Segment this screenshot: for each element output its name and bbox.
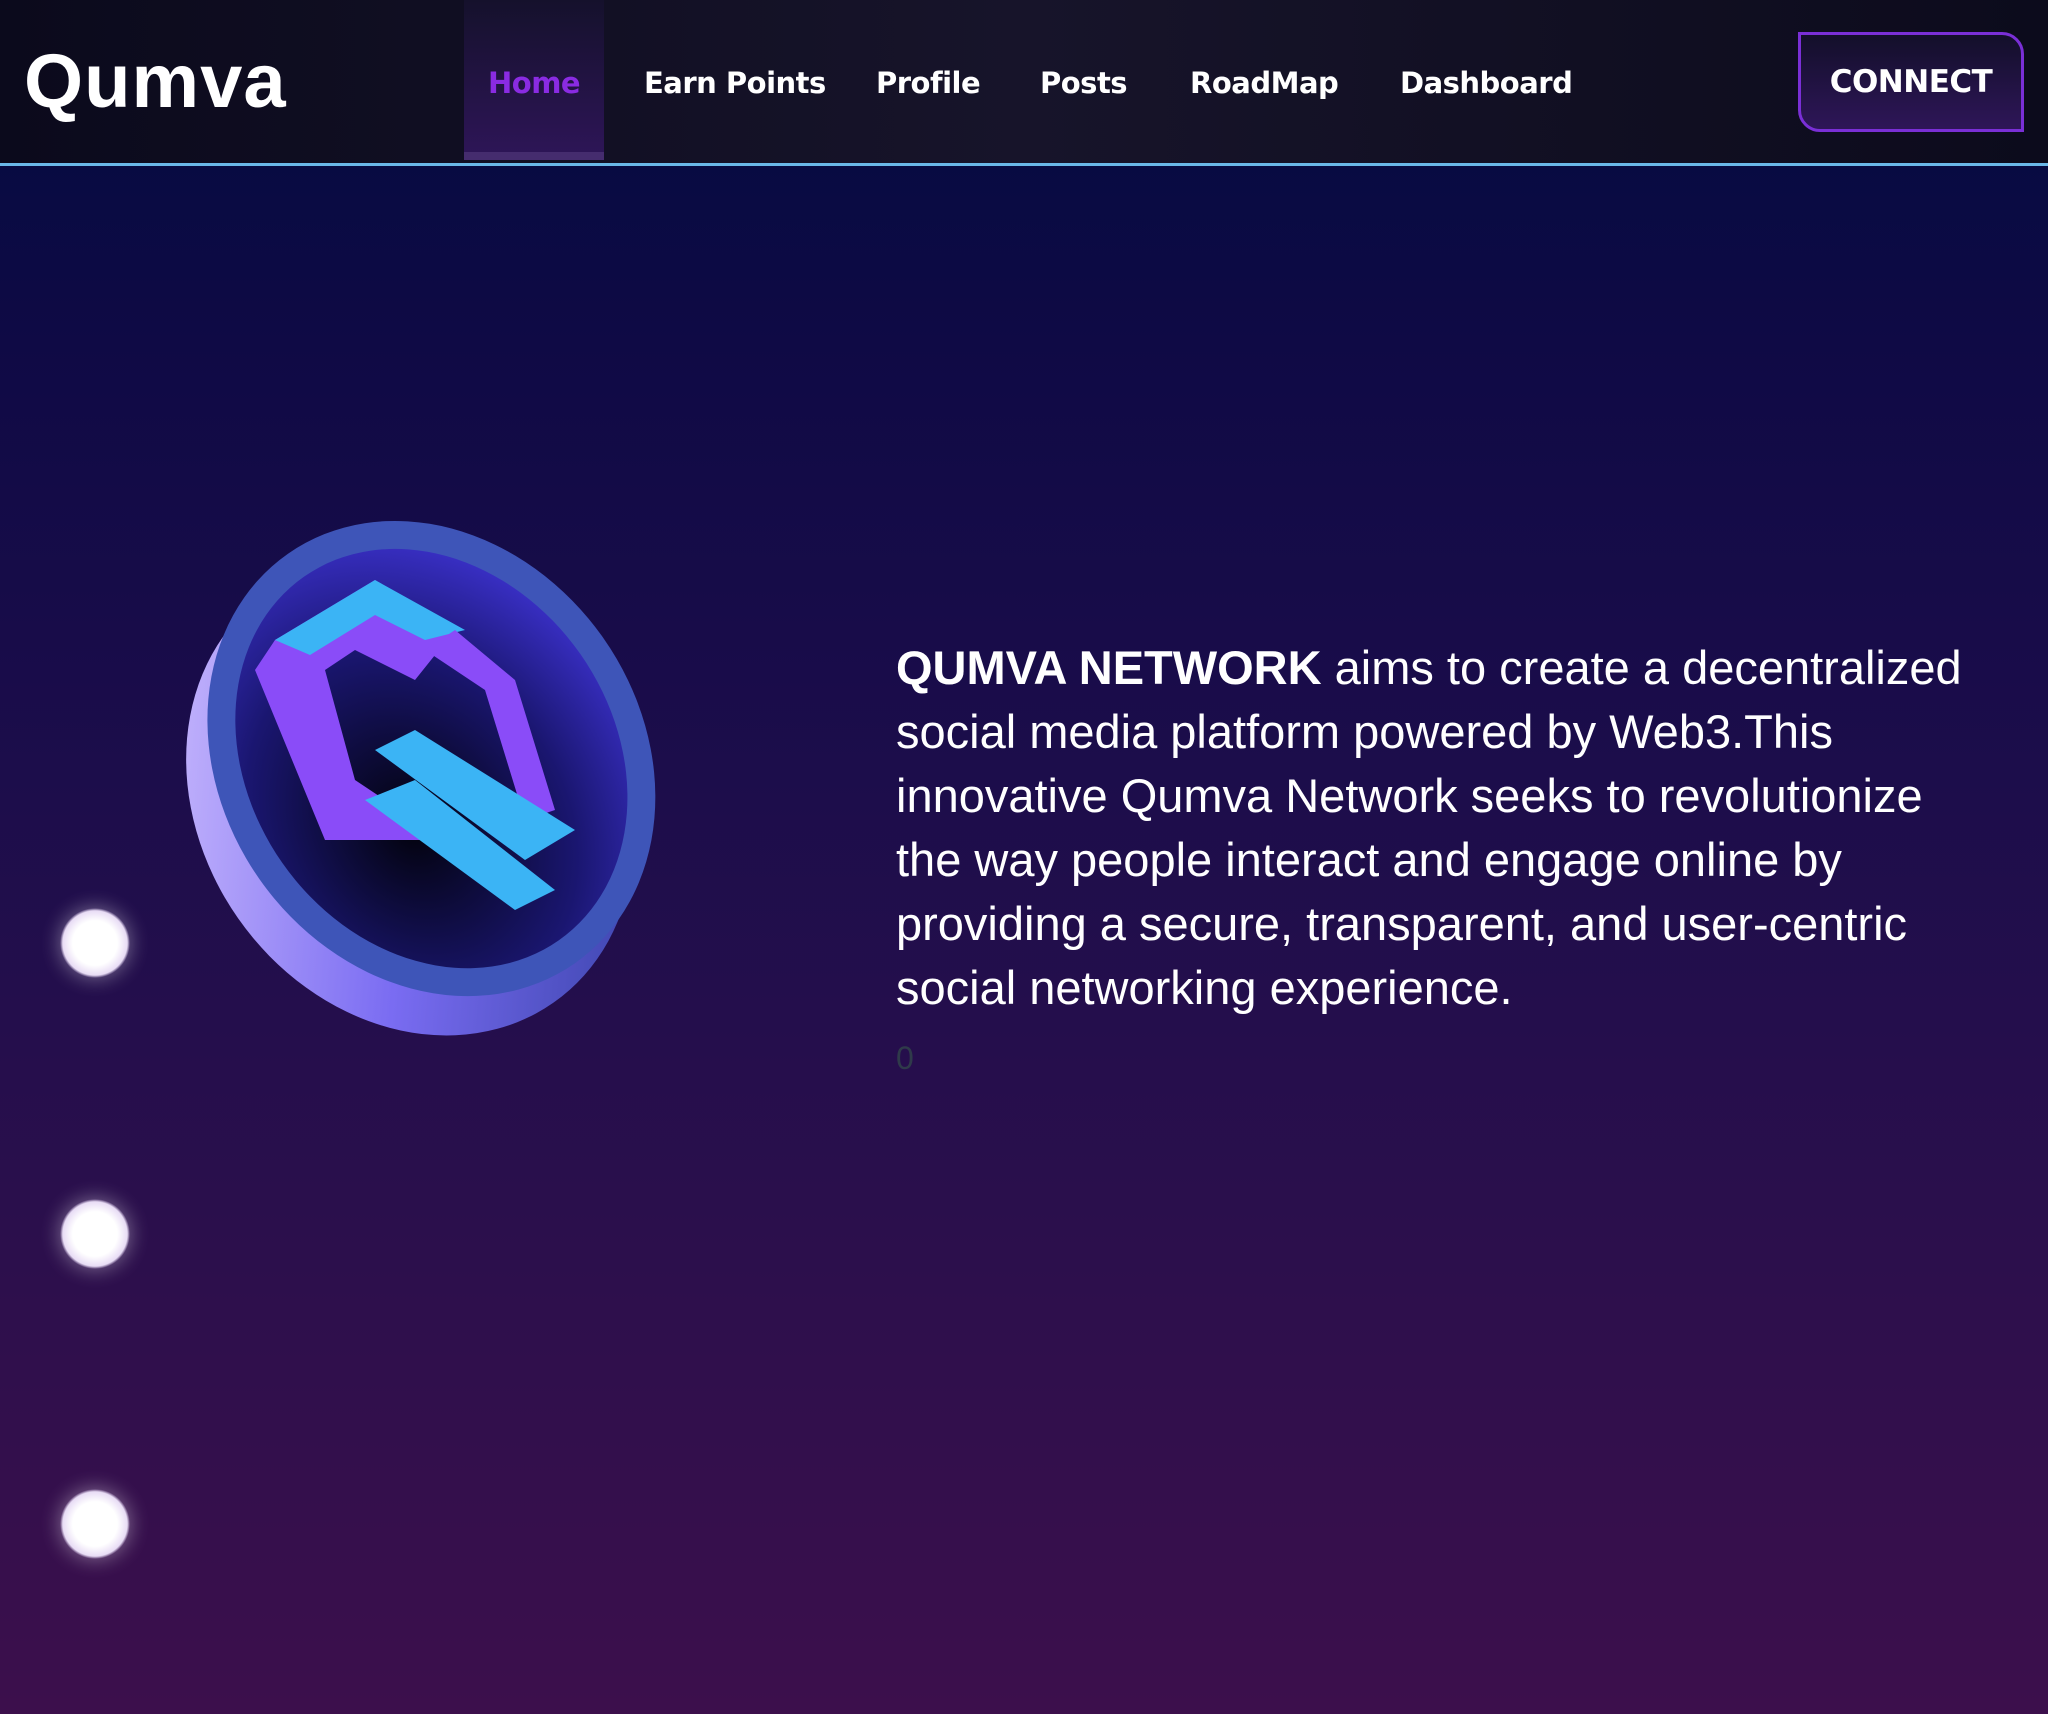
connect-button[interactable]: CONNECT (1798, 32, 2024, 132)
pagination-dot-1[interactable] (60, 908, 130, 978)
counter-value: 0 (896, 1040, 914, 1076)
pagination-dot-2[interactable] (60, 1199, 130, 1269)
nav-roadmap[interactable]: RoadMap (1190, 0, 1339, 160)
nav-posts[interactable]: Posts (1040, 0, 1128, 160)
description-text: aims to create a decentralized social me… (896, 641, 1962, 1014)
brand-name: QUMVA NETWORK (896, 641, 1322, 694)
hero-description: QUMVA NETWORK aims to create a decentral… (896, 636, 1976, 1020)
nav-earn-points[interactable]: Earn Points (644, 0, 826, 160)
nav-dashboard[interactable]: Dashboard (1400, 0, 1573, 160)
nav-profile[interactable]: Profile (876, 0, 981, 160)
logo[interactable]: Qumva (24, 38, 287, 125)
pagination-dot-3[interactable] (60, 1489, 130, 1559)
qumva-coin-logo-icon (186, 520, 656, 1036)
nav-home[interactable]: Home (464, 0, 605, 160)
top-navbar: Qumva Home Earn Points Profile Posts Roa… (0, 0, 2048, 166)
